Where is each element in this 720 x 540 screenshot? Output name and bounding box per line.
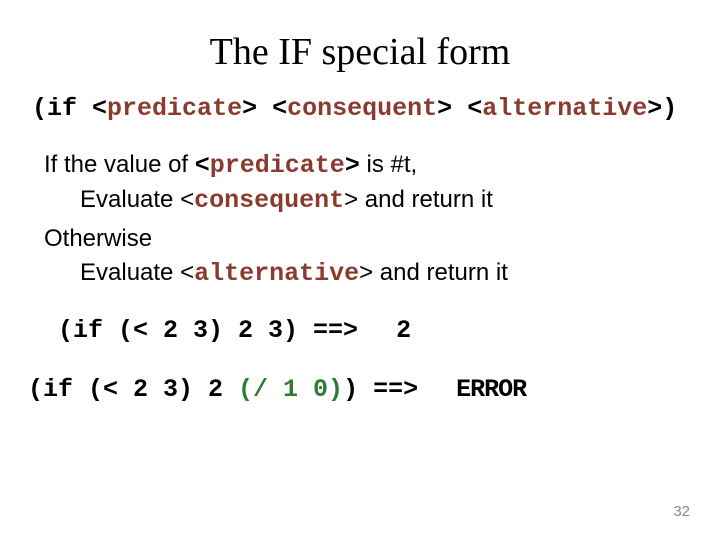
angle-lt: < — [92, 94, 107, 123]
if-keyword: if — [47, 94, 92, 123]
example-1: (if (< 2 3) 2 3) ==> 2 — [58, 316, 680, 345]
desc-line-2: Evaluate <consequent> and return it — [80, 186, 680, 215]
text: Evaluate — [80, 259, 180, 286]
alternative-token: alternative — [482, 94, 647, 123]
division-expr: (/ 1 0) — [238, 375, 343, 404]
description-block: If the value of <predicate> is #t, Evalu… — [44, 151, 680, 288]
angle-gt: > — [647, 94, 662, 123]
desc-line-4: Evaluate <alternative> and return it — [80, 259, 680, 288]
text: If the value of — [44, 151, 195, 178]
consequent-token: consequent — [287, 94, 437, 123]
example-result: ERROR — [456, 375, 526, 404]
angle-gt: > — [345, 151, 360, 180]
text: and return it — [373, 259, 508, 286]
space — [452, 94, 467, 123]
angle-gt: > — [242, 94, 257, 123]
example-code-post: ) ==> — [343, 375, 418, 404]
angle-gt: > — [344, 186, 358, 213]
page-number: 32 — [673, 503, 690, 520]
angle-gt: > — [359, 259, 373, 286]
text: Otherwise — [44, 225, 152, 252]
angle-lt: < — [195, 151, 210, 180]
predicate-token: predicate — [107, 94, 242, 123]
text: is #t, — [360, 151, 417, 178]
text: Evaluate — [80, 186, 180, 213]
syntax-line: (if <predicate> <consequent> <alternativ… — [32, 92, 680, 123]
angle-lt: < — [272, 94, 287, 123]
paren-open: ( — [32, 94, 47, 123]
angle-lt: < — [467, 94, 482, 123]
example-code: (if (< 2 3) 2 3) ==> — [58, 316, 358, 345]
slide-title: The IF special form — [40, 30, 680, 74]
alternative-token: alternative — [194, 259, 359, 288]
example-code-pre: (if (< 2 3) 2 — [28, 375, 238, 404]
paren-close: ) — [662, 94, 677, 123]
angle-lt: < — [180, 259, 194, 286]
example-result: 2 — [396, 316, 411, 345]
space — [257, 94, 272, 123]
example-2: (if (< 2 3) 2 (/ 1 0)) ==> ERROR — [28, 375, 680, 404]
desc-line-3: Otherwise — [44, 225, 680, 253]
angle-lt: < — [180, 186, 194, 213]
desc-line-1: If the value of <predicate> is #t, — [44, 151, 680, 180]
text: and return it — [358, 186, 493, 213]
predicate-token: predicate — [210, 151, 345, 180]
angle-gt: > — [437, 94, 452, 123]
consequent-token: consequent — [194, 186, 344, 215]
